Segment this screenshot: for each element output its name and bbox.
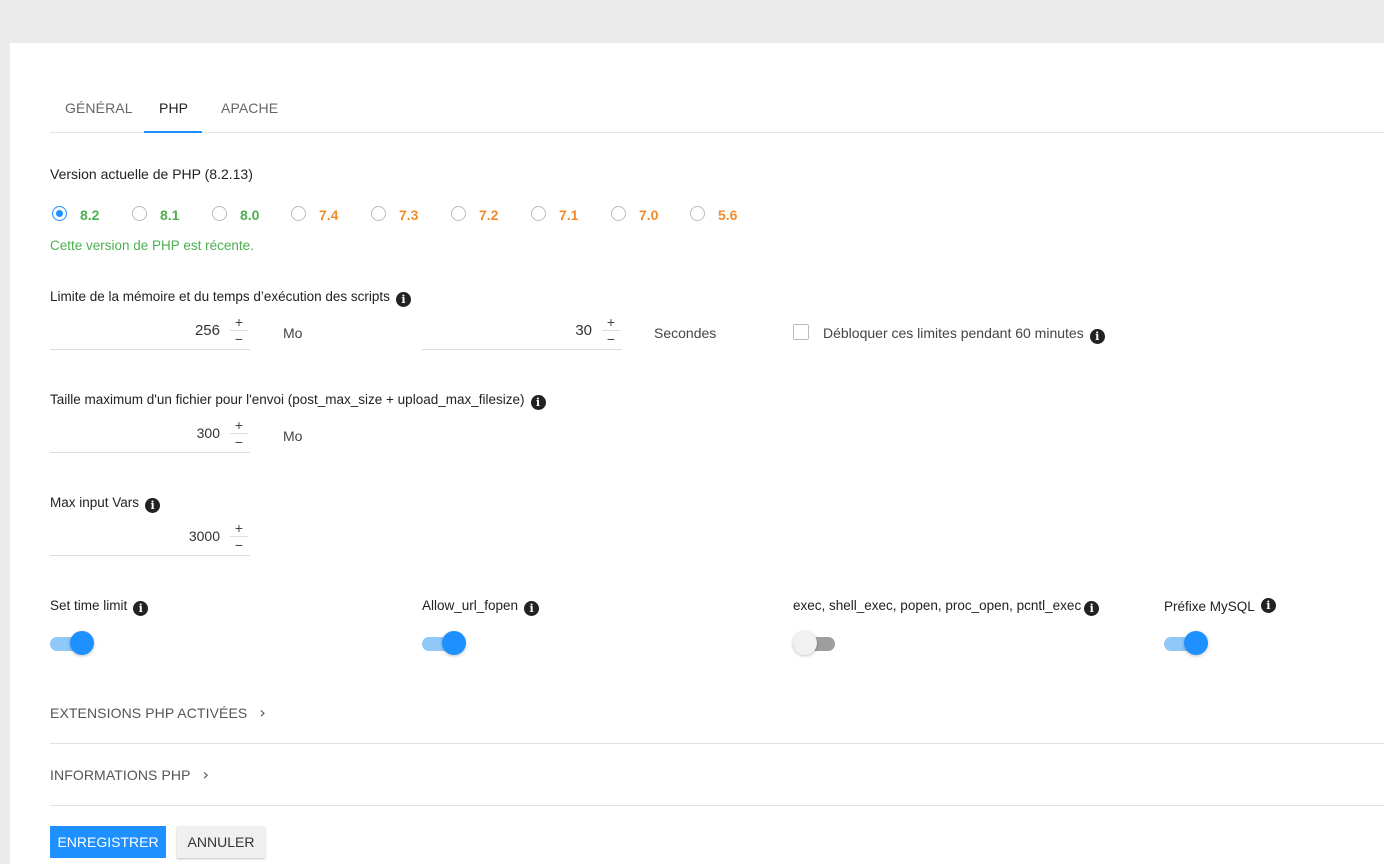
unlock-limits-text: Débloquer ces limites pendant 60 minutes [823, 325, 1084, 341]
plus-icon[interactable]: + [230, 314, 248, 331]
extensions-section-label: EXTENSIONS PHP ACTIVÉES [50, 705, 248, 721]
max-input-vars-value[interactable]: 3000 [189, 528, 220, 544]
upload-size-value[interactable]: 300 [197, 425, 220, 441]
info-icon[interactable]: i [524, 601, 540, 616]
extensions-section-toggle[interactable]: EXTENSIONS PHP ACTIVÉES › [50, 703, 266, 722]
section-divider [50, 805, 1384, 806]
exec-functions-toggle[interactable] [793, 631, 837, 657]
toggle-knob[interactable] [442, 631, 466, 655]
chevron-right-icon: › [202, 765, 210, 784]
cancel-button[interactable]: ANNULER [177, 826, 265, 858]
minus-icon[interactable]: − [230, 434, 248, 450]
radio-php-8-2[interactable] [52, 206, 67, 221]
limits-label: Limite de la mémoire et du temps d’exécu… [50, 289, 411, 307]
radio-php-7-0[interactable] [611, 206, 626, 221]
php-version-label: Version actuelle de PHP (8.2.13) [50, 166, 253, 182]
allow-url-fopen-label: Allow_url_fopen i [422, 598, 540, 616]
plus-icon[interactable]: + [602, 314, 620, 331]
info-icon[interactable]: i [395, 292, 411, 307]
time-limit-value[interactable]: 30 [575, 322, 592, 339]
info-icon[interactable]: i [145, 498, 161, 513]
radio-php-5-6[interactable] [690, 206, 705, 221]
minus-icon[interactable]: − [602, 331, 620, 347]
radio-label-7-3: 7.3 [399, 207, 419, 223]
info-section-label: INFORMATIONS PHP [50, 767, 191, 783]
radio-label-5-6: 5.6 [718, 207, 738, 223]
radio-php-7-1[interactable] [531, 206, 546, 221]
toggle-knob[interactable] [70, 631, 94, 655]
toggle-knob[interactable] [793, 631, 817, 655]
mysql-prefix-text: Préfixe MySQL [1164, 599, 1255, 614]
minus-icon[interactable]: − [230, 331, 248, 347]
toggle-knob[interactable] [1184, 631, 1208, 655]
mysql-prefix-toggle[interactable] [1164, 631, 1208, 657]
save-button[interactable]: ENREGISTRER [50, 826, 166, 858]
radio-label-7-4: 7.4 [319, 207, 339, 223]
radio-label-8-2: 8.2 [80, 207, 100, 223]
radio-label-7-0: 7.0 [639, 207, 659, 223]
php-version-status: Cette version de PHP est récente. [50, 238, 254, 253]
minus-icon[interactable]: − [230, 537, 248, 553]
upload-size-text: Taille maximum d'un fichier pour l'envoi… [50, 392, 525, 407]
set-time-limit-toggle[interactable] [50, 631, 94, 657]
chevron-right-icon: › [259, 703, 266, 722]
radio-php-7-3[interactable] [371, 206, 386, 221]
radio-label-7-2: 7.2 [479, 207, 499, 223]
unlock-limits-checkbox[interactable] [793, 324, 809, 340]
allow-url-fopen-toggle[interactable] [422, 631, 466, 657]
memory-limit-input[interactable]: 256 + − [50, 314, 250, 350]
info-icon[interactable]: i [1260, 598, 1276, 613]
radio-php-8-1[interactable] [132, 206, 147, 221]
info-icon[interactable]: i [530, 395, 546, 410]
memory-limit-value[interactable]: 256 [195, 322, 220, 339]
radio-php-8-0[interactable] [212, 206, 227, 221]
info-icon[interactable]: i [133, 601, 149, 616]
info-section-toggle[interactable]: INFORMATIONS PHP › [50, 765, 209, 784]
set-time-limit-label: Set time limit i [50, 598, 149, 616]
max-input-vars-label: Max input Vars i [50, 495, 161, 513]
exec-functions-label: exec, shell_exec, popen, proc_open, pcnt… [793, 598, 1100, 616]
info-icon[interactable]: i [1084, 601, 1100, 616]
time-unit: Secondes [654, 325, 717, 341]
upload-size-label: Taille maximum d'un fichier pour l'envoi… [50, 392, 546, 410]
upload-size-input[interactable]: 300 + − [50, 417, 250, 453]
set-time-limit-text: Set time limit [50, 598, 128, 613]
unlock-limits-label: Débloquer ces limites pendant 60 minutes… [823, 325, 1105, 344]
plus-icon[interactable]: + [230, 417, 248, 434]
memory-unit: Mo [283, 325, 303, 341]
info-icon[interactable]: i [1089, 329, 1105, 344]
plus-icon[interactable]: + [230, 520, 248, 537]
radio-php-7-4[interactable] [291, 206, 306, 221]
time-limit-input[interactable]: 30 + − [422, 314, 622, 350]
max-input-vars-input[interactable]: 3000 + − [50, 520, 250, 556]
max-input-vars-text: Max input Vars [50, 495, 140, 510]
radio-label-8-1: 8.1 [160, 207, 180, 223]
tab-apache[interactable]: APACHE [221, 100, 278, 116]
radio-label-7-1: 7.1 [559, 207, 579, 223]
exec-functions-text: exec, shell_exec, popen, proc_open, pcnt… [793, 598, 1082, 613]
tab-php[interactable]: PHP [159, 100, 188, 116]
allow-url-fopen-text: Allow_url_fopen [422, 598, 519, 613]
active-tab-indicator [144, 131, 202, 133]
tabs-divider [50, 132, 1384, 133]
tab-general[interactable]: GÉNÉRAL [65, 100, 133, 116]
limits-label-text: Limite de la mémoire et du temps d’exécu… [50, 289, 390, 304]
mysql-prefix-label: Préfixe MySQL i [1164, 598, 1276, 614]
radio-label-8-0: 8.0 [240, 207, 260, 223]
upload-unit: Mo [283, 428, 303, 444]
radio-php-7-2[interactable] [451, 206, 466, 221]
section-divider [50, 743, 1384, 744]
